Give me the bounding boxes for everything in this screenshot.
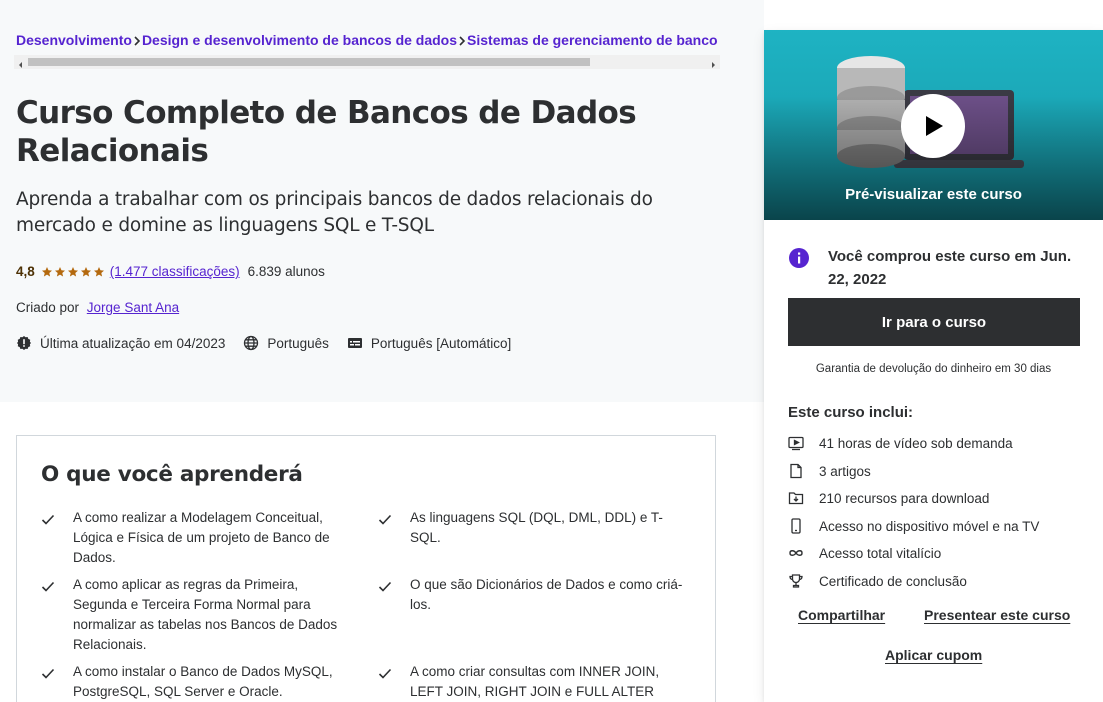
includes-title: Este curso inclui: bbox=[788, 404, 914, 421]
include-item-lifetime: Acesso total vitalício bbox=[788, 545, 941, 561]
breadcrumb-item-sgbd[interactable]: Sistemas de gerenciamento de banco de da… bbox=[467, 32, 720, 48]
scroll-left-arrow-icon[interactable] bbox=[16, 57, 26, 68]
include-item-certificate: Certificado de conclusão bbox=[788, 573, 967, 589]
check-icon bbox=[378, 662, 410, 702]
scrollbar-thumb[interactable] bbox=[28, 58, 590, 66]
closed-caption-icon bbox=[347, 338, 362, 348]
download-icon bbox=[788, 490, 804, 506]
course-headline: Aprenda a trabalhar com os principais ba… bbox=[16, 189, 653, 236]
include-item-label: 3 artigos bbox=[819, 463, 871, 479]
learn-item-text: O que são Dicionários de Dados e como cr… bbox=[410, 577, 683, 612]
trophy-icon bbox=[788, 573, 804, 589]
infinity-icon bbox=[788, 545, 804, 561]
info-icon bbox=[789, 248, 809, 268]
check-icon bbox=[41, 575, 73, 655]
purchase-sidebar: Pré-visualizar este curso Você comprou e… bbox=[764, 30, 1103, 702]
breadcrumb-item-desenvolvimento[interactable]: Desenvolvimento bbox=[16, 32, 132, 48]
file-icon bbox=[788, 463, 804, 479]
course-title: Curso Completo de Bancos de Dados Relaci… bbox=[16, 95, 637, 169]
learn-title: O que você aprenderá bbox=[41, 462, 303, 487]
include-item-downloads: 210 recursos para download bbox=[788, 490, 989, 506]
include-item-label: 41 horas de vídeo sob demanda bbox=[819, 435, 1013, 451]
include-item-label: 210 recursos para download bbox=[819, 490, 990, 506]
include-item-label: Acesso no dispositivo móvel e na TV bbox=[819, 518, 1040, 534]
globe-icon bbox=[244, 335, 259, 351]
course-preview[interactable]: Pré-visualizar este curso bbox=[764, 30, 1103, 220]
learn-item: A como aplicar as regras da Primeira, Se… bbox=[41, 575, 349, 655]
chevron-right-icon bbox=[457, 32, 467, 48]
preview-label[interactable]: Pré-visualizar este curso bbox=[764, 186, 1103, 203]
captions-text: Português [Automático] bbox=[370, 335, 512, 351]
course-meta-row: Última atualização em 04/2023 Português … bbox=[16, 335, 529, 351]
last-updated: Última atualização em 04/2023 bbox=[16, 335, 225, 351]
alert-badge-icon bbox=[17, 336, 31, 350]
rating-count-link[interactable]: (1.477 classificações) bbox=[110, 264, 240, 279]
rating-value: 4,8 bbox=[16, 264, 35, 279]
check-icon bbox=[378, 508, 410, 548]
language-text: Português bbox=[267, 335, 329, 351]
money-back-guarantee: Garantia de devolução do dinheiro em 30 … bbox=[815, 363, 1052, 375]
share-link[interactable]: Compartilhar bbox=[798, 607, 885, 623]
breadcrumb-scrollbar[interactable] bbox=[14, 55, 720, 69]
check-icon bbox=[41, 508, 73, 568]
course-captions: Português [Automático] bbox=[347, 335, 511, 351]
created-by-row: Criado por Jorge Sant Ana bbox=[16, 300, 179, 315]
learn-item-text: A como instalar o Banco de Dados MySQL, … bbox=[73, 664, 333, 699]
gift-course-link[interactable]: Presentear este curso bbox=[924, 607, 1070, 623]
instructor-link[interactable]: Jorge Sant Ana bbox=[87, 300, 179, 315]
mobile-icon bbox=[788, 518, 804, 534]
include-item-mobile: Acesso no dispositivo móvel e na TV bbox=[788, 518, 1039, 534]
go-to-course-button[interactable]: Ir para o curso bbox=[788, 298, 1080, 346]
star-icon bbox=[67, 266, 78, 276]
include-item-video: 41 horas de vídeo sob demanda bbox=[788, 435, 1013, 451]
course-language: Português bbox=[243, 335, 329, 351]
learn-item-text: A como criar consultas com INNER JOIN, L… bbox=[410, 664, 660, 699]
learn-item: As linguagens SQL (DQL, DML, DDL) e T-SQ… bbox=[378, 508, 686, 548]
learn-item-text: A como aplicar as regras da Primeira, Se… bbox=[73, 577, 338, 652]
include-item-label: Certificado de conclusão bbox=[819, 573, 967, 589]
include-item-articles: 3 artigos bbox=[788, 463, 871, 479]
breadcrumb-item-design-bancos[interactable]: Design e desenvolvimento de bancos de da… bbox=[142, 32, 457, 48]
rating-stars bbox=[41, 266, 105, 278]
learn-item: A como criar consultas com INNER JOIN, L… bbox=[378, 662, 686, 702]
chevron-right-icon bbox=[132, 32, 142, 48]
rating-row: 4,8 (1.477 classificações) 6.839 alunos bbox=[16, 264, 325, 279]
star-icon bbox=[54, 266, 65, 276]
purchase-notice: Você comprou este curso em Jun. 22, 2022 bbox=[788, 245, 1088, 291]
students-count: 6.839 alunos bbox=[247, 264, 325, 279]
include-item-label: Acesso total vitalício bbox=[819, 545, 942, 561]
play-icon bbox=[926, 116, 943, 136]
breadcrumb: Desenvolvimento Design e desenvolvimento… bbox=[16, 30, 720, 50]
star-icon bbox=[80, 266, 91, 276]
learn-item-text: As linguagens SQL (DQL, DML, DDL) e T-SQ… bbox=[410, 510, 663, 545]
apply-coupon-link[interactable]: Aplicar cupom bbox=[885, 647, 982, 663]
created-by-label: Criado por bbox=[16, 300, 80, 315]
check-icon bbox=[378, 575, 410, 615]
check-icon bbox=[41, 662, 73, 702]
learn-item: A como realizar a Modelagem Conceitual, … bbox=[41, 508, 349, 568]
last-updated-text: Última atualização em 04/2023 bbox=[40, 335, 226, 351]
learn-item-text: A como realizar a Modelagem Conceitual, … bbox=[73, 510, 330, 565]
star-icon bbox=[93, 266, 104, 276]
purchase-notice-text: Você comprou este curso em Jun. 22, 2022 bbox=[828, 248, 1072, 288]
learn-item: A como instalar o Banco de Dados MySQL, … bbox=[41, 662, 349, 702]
video-icon bbox=[788, 435, 804, 451]
play-button[interactable] bbox=[901, 94, 965, 158]
learn-item: O que são Dicionários de Dados e como cr… bbox=[378, 575, 686, 615]
star-icon bbox=[41, 266, 52, 276]
scroll-right-arrow-icon[interactable] bbox=[708, 57, 718, 68]
what-you-will-learn: O que você aprenderá A como realizar a M… bbox=[16, 435, 716, 702]
